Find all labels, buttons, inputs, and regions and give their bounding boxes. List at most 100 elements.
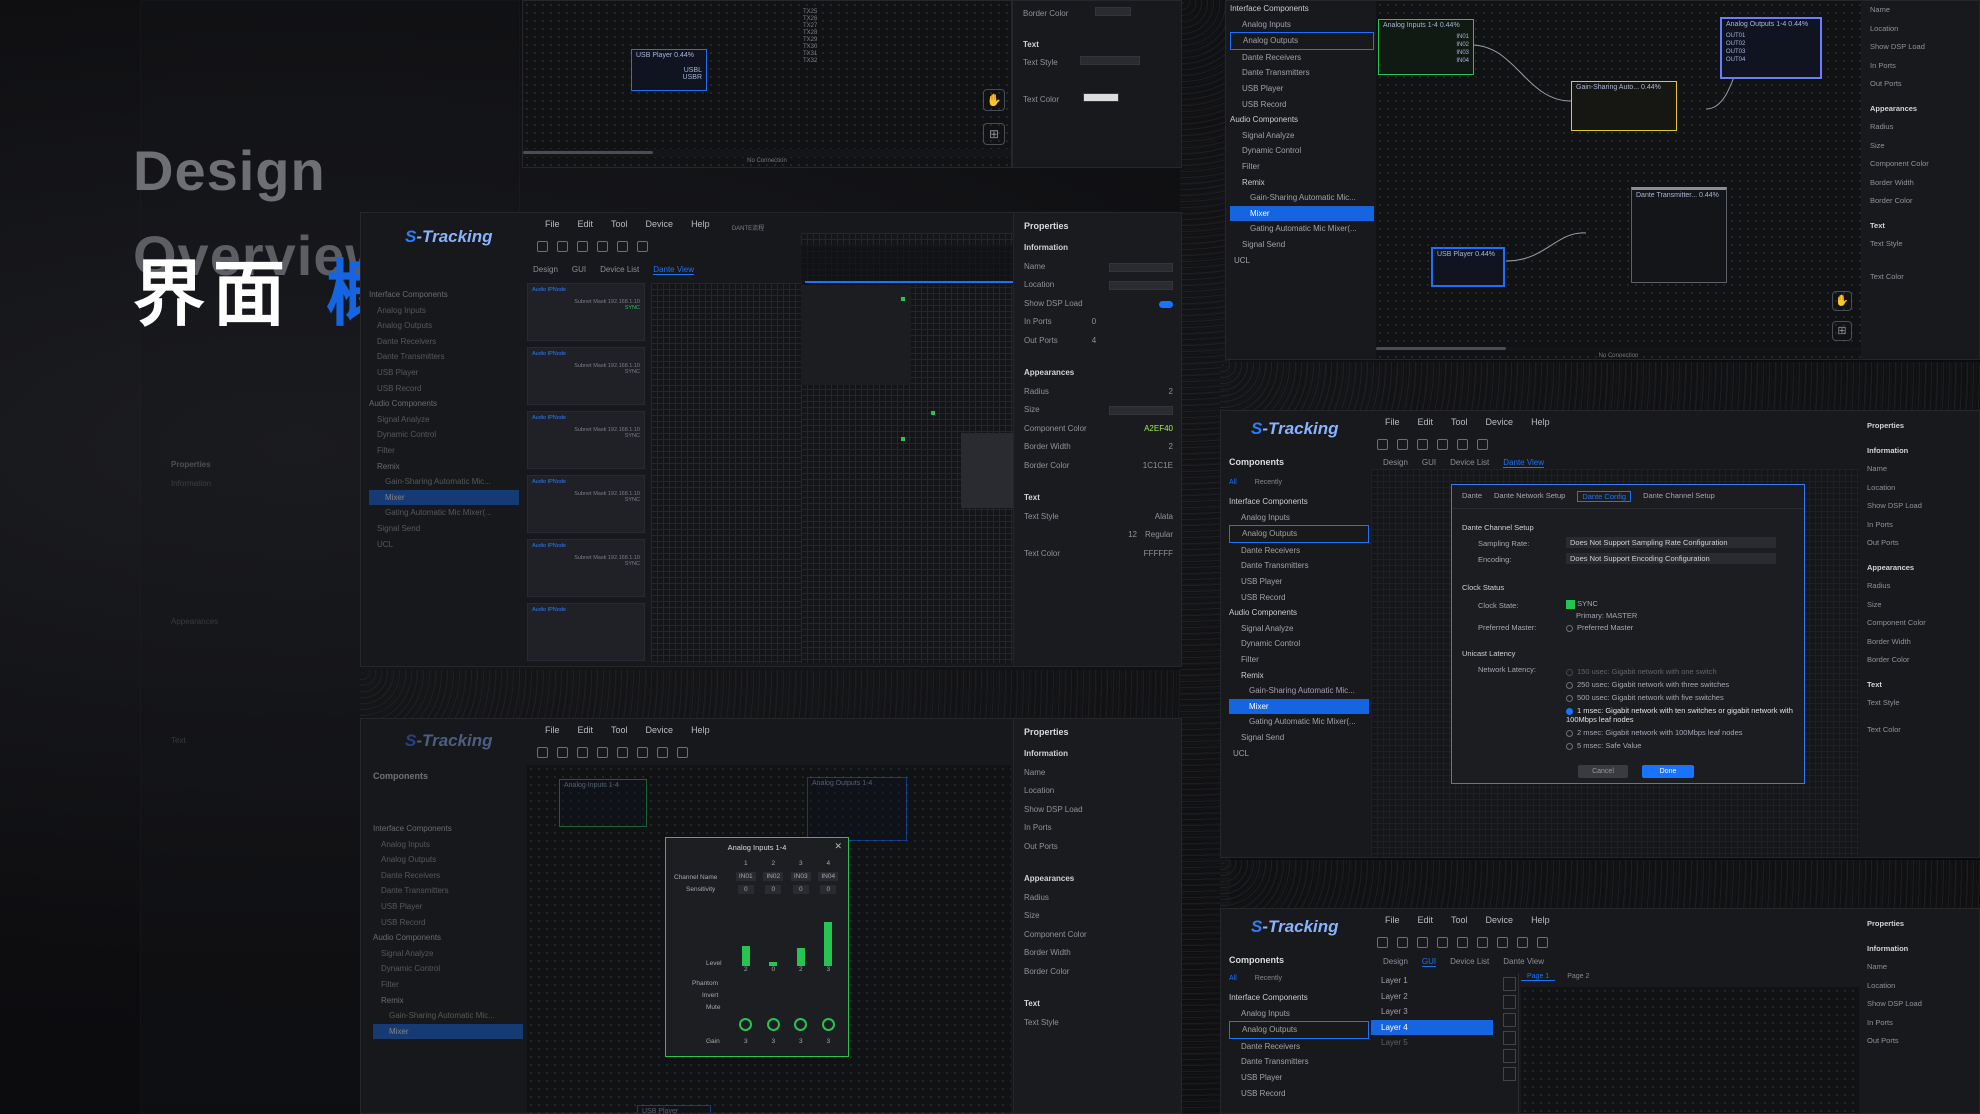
analog-outputs-node[interactable]: Analog Outputs 1-4 <box>807 777 907 841</box>
tree-item-selected[interactable]: Mixer <box>373 1023 523 1040</box>
tool-icon[interactable] <box>1503 995 1516 1009</box>
tree-item[interactable]: Analog Inputs <box>1230 17 1374 33</box>
sensitivity-field[interactable]: 0 <box>792 885 809 894</box>
tree-item[interactable]: Dante Receivers <box>1229 1039 1369 1055</box>
usb-player-node[interactable]: USB Player 0.44% USBL USBR <box>631 49 707 91</box>
latency-option[interactable]: 5 msec: Safe Value <box>1566 739 1798 752</box>
design-canvas[interactable]: Analog Inputs 1-4 0.44% IN01 IN02 IN03 IN04… <box>1376 1 1861 359</box>
delete-icon[interactable] <box>1437 936 1448 948</box>
analog-inputs-node[interactable]: Analog Inputs 1-4 <box>559 779 647 827</box>
tree-item[interactable]: Gain-Sharing Automatic Mic... <box>1229 683 1369 699</box>
tree-item[interactable]: Filter <box>369 443 519 459</box>
tree-group[interactable]: Remix <box>1230 175 1374 191</box>
tree-item[interactable]: Dante Receivers <box>1230 50 1374 66</box>
page-tab-active[interactable]: Page 1 <box>1521 973 1556 981</box>
value[interactable]: FFFFFF <box>1144 545 1173 564</box>
tree-item-selected[interactable]: Mixer <box>369 489 519 506</box>
tool-icon[interactable] <box>1503 977 1516 991</box>
dante-card[interactable]: Audio IPNode Subnet Mask 192.168.1.10 SYNC <box>527 283 645 341</box>
h-scrollbar[interactable] <box>1376 347 1861 351</box>
close-icon[interactable]: ✕ <box>834 841 842 852</box>
tree-item[interactable]: USB Record <box>373 915 523 931</box>
sensitivity-field[interactable]: 0 <box>737 885 754 894</box>
tree-item[interactable]: Filter <box>373 977 523 993</box>
value[interactable]: A2EF40 <box>1144 420 1173 439</box>
border-color-field[interactable] <box>1094 7 1131 16</box>
grid-icon[interactable]: ⊞ <box>1832 321 1852 341</box>
latency-option[interactable]: 150 usec: Gigabit network with one switc… <box>1566 665 1798 678</box>
tree-item[interactable]: UCL <box>1229 746 1369 762</box>
tool-icon[interactable] <box>1503 1067 1516 1081</box>
value[interactable]: 1C1C1E <box>1143 457 1173 476</box>
tree-item[interactable]: Dante Receivers <box>373 868 523 884</box>
tab-network-setup[interactable]: Dante Network Setup <box>1494 491 1565 502</box>
layer-item[interactable]: Layer 3 <box>1371 1004 1493 1020</box>
tree-group[interactable]: Audio Components <box>1229 605 1369 621</box>
menu-help[interactable]: Help <box>1531 417 1550 427</box>
tree-item[interactable]: Signal Analyze <box>1230 128 1374 144</box>
gain-knob[interactable] <box>821 1018 835 1031</box>
layer-item[interactable]: Layer 1 <box>1371 973 1493 989</box>
tree-item[interactable]: USB Record <box>1229 1086 1369 1102</box>
name-input[interactable] <box>1109 262 1173 272</box>
menu-tool[interactable]: Tool <box>611 219 628 229</box>
tree-item[interactable]: Analog Outputs <box>373 852 523 868</box>
redo-icon[interactable] <box>557 746 568 758</box>
tree-item[interactable]: USB Player <box>369 365 519 381</box>
page-tab[interactable]: Page 2 <box>1561 973 1595 981</box>
layer-item-selected[interactable]: Layer 4 <box>1371 1019 1493 1036</box>
h-scrollbar[interactable] <box>523 149 1011 157</box>
hand-tool-icon[interactable]: ✋ <box>1832 291 1852 311</box>
tree-item[interactable]: Signal Send <box>1230 237 1374 253</box>
tree-item-active[interactable]: Analog Outputs <box>1229 525 1369 543</box>
cancel-button[interactable]: Cancel <box>1578 765 1628 778</box>
value[interactable]: Alata <box>1155 508 1173 527</box>
align-icon[interactable] <box>1497 936 1508 948</box>
tree-item[interactable]: UCL <box>1230 253 1374 269</box>
menu-help[interactable]: Help <box>691 725 710 735</box>
tab-recently[interactable]: Recently <box>1255 479 1282 486</box>
tree-item[interactable]: Dante Transmitters <box>373 883 523 899</box>
channel-name-field[interactable]: IN04 <box>818 872 839 881</box>
tree-item-active[interactable]: Analog Outputs <box>1230 32 1374 50</box>
tab-all[interactable]: All <box>1229 479 1237 486</box>
undo-icon[interactable] <box>537 746 548 758</box>
tab-dante-view[interactable]: Dante View <box>1503 458 1545 468</box>
tree-group[interactable]: Interface Components <box>1230 1 1374 17</box>
dante-card[interactable]: Audio IPNode Subnet Mask 192.168.1.10 SYNC <box>527 539 645 597</box>
dsp-toggle[interactable] <box>1159 300 1173 308</box>
tree-item[interactable]: Dynamic Control <box>1229 636 1369 652</box>
gain-sharing-node[interactable]: Gain-Sharing Auto... 0.44% <box>1571 81 1677 131</box>
tab-gui[interactable]: GUI <box>572 265 586 275</box>
tree-item[interactable]: Gain-Sharing Automatic Mic... <box>369 474 519 490</box>
menu-device[interactable]: Device <box>1486 417 1514 427</box>
tab-dante-config[interactable]: Dante Config <box>1577 491 1632 502</box>
gain-knob[interactable] <box>739 1018 753 1031</box>
tree-item[interactable]: Gating Automatic Mic Mixer(... <box>1229 714 1369 730</box>
tab-design[interactable]: Design <box>533 265 558 275</box>
tab-all[interactable]: All <box>1229 975 1237 982</box>
tree-group[interactable]: Interface Components <box>1229 990 1369 1006</box>
done-button[interactable]: Done <box>1642 765 1694 778</box>
menu-device[interactable]: Device <box>646 219 674 229</box>
menu-file[interactable]: File <box>545 725 560 735</box>
tab-channel-setup[interactable]: Dante Channel Setup <box>1643 491 1715 502</box>
undo-icon[interactable] <box>1377 936 1388 948</box>
tree-item[interactable]: USB Player <box>373 899 523 915</box>
tree-item[interactable]: Dynamic Control <box>373 961 523 977</box>
menu-tool[interactable]: Tool <box>1451 915 1468 925</box>
delete-icon[interactable] <box>1437 438 1448 450</box>
tree-item[interactable]: Filter <box>1229 652 1369 668</box>
dante-card[interactable]: Audio IPNode Subnet Mask 192.168.1.10 SYNC <box>527 411 645 469</box>
menu-edit[interactable]: Edit <box>1418 417 1434 427</box>
grid-icon[interactable]: ⊞ <box>983 123 1005 145</box>
text-color-swatch[interactable] <box>1083 92 1120 102</box>
menu-file[interactable]: File <box>1385 417 1400 427</box>
import-icon[interactable] <box>1477 936 1488 948</box>
tree-item[interactable]: USB Player <box>1229 1070 1369 1086</box>
menu-edit[interactable]: Edit <box>578 725 594 735</box>
text-style-select[interactable] <box>1079 56 1140 65</box>
menu-help[interactable]: Help <box>1531 915 1550 925</box>
tree-item[interactable]: Dante Receivers <box>369 334 519 350</box>
tree-item[interactable]: Gating Automatic Mic Mixer(... <box>369 505 519 521</box>
